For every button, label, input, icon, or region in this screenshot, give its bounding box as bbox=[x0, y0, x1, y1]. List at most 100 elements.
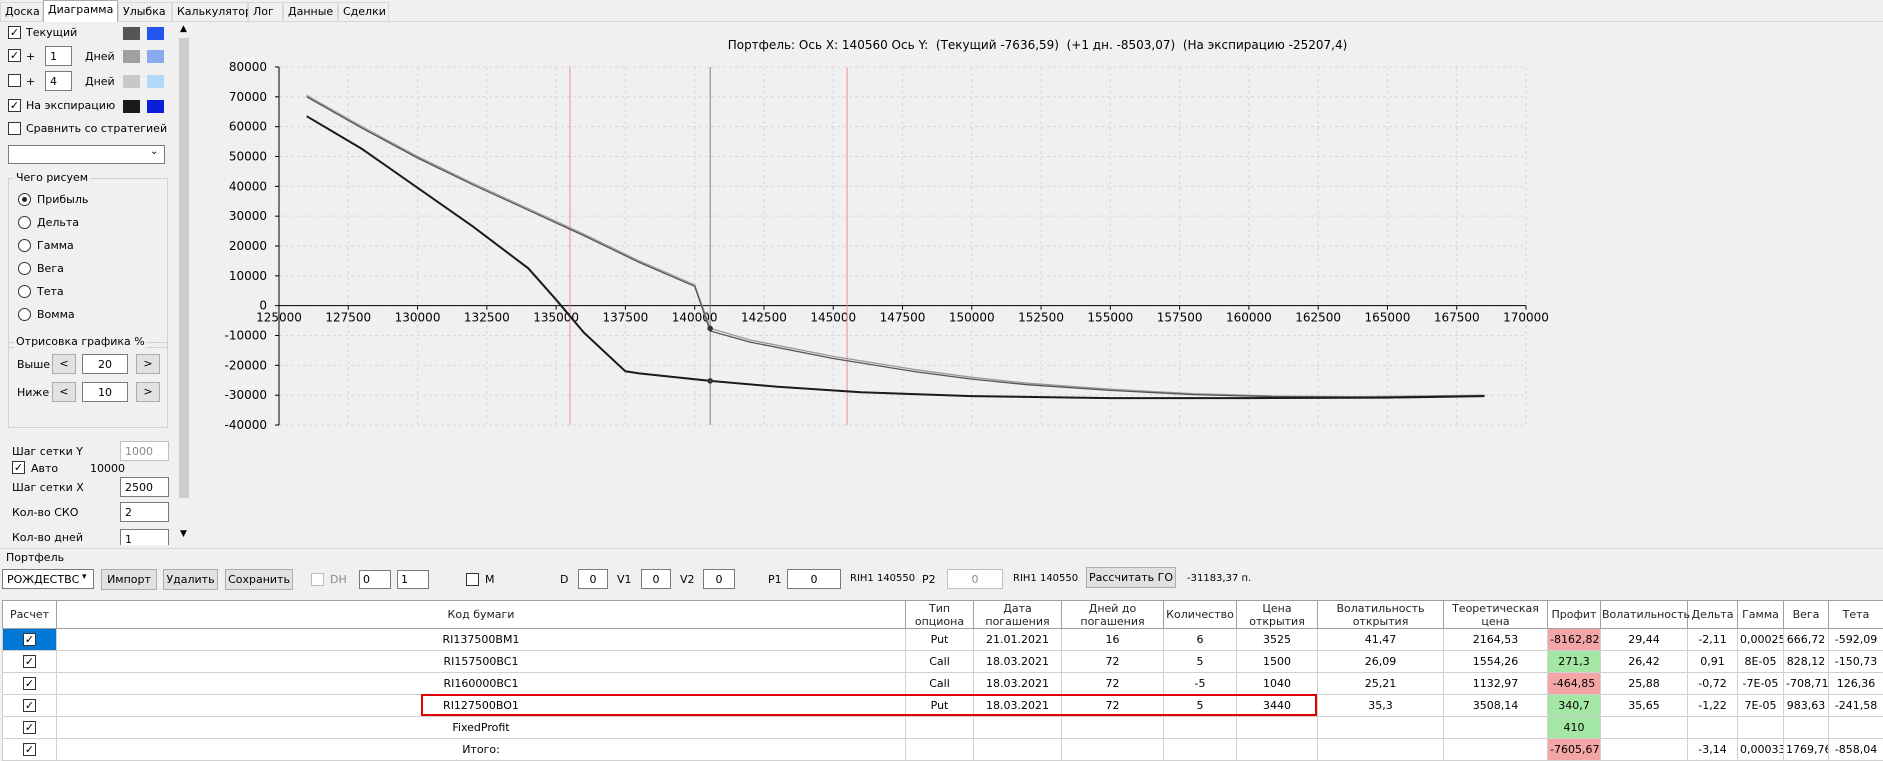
table-row[interactable]: ✓ FixedProfit 410 bbox=[2, 716, 1883, 739]
table-cell[interactable]: -8162,82 bbox=[1547, 628, 1601, 651]
sko-input[interactable]: 2 bbox=[120, 502, 169, 522]
expiry-light-swatch[interactable] bbox=[147, 100, 164, 113]
table-cell[interactable]: 983,63 bbox=[1783, 694, 1829, 717]
table-cell[interactable]: 1554,26 bbox=[1443, 650, 1548, 673]
table-cell[interactable] bbox=[973, 716, 1062, 739]
table-cell[interactable]: -858,04 bbox=[1828, 738, 1883, 761]
column-header[interactable]: Гамма bbox=[1737, 600, 1784, 629]
table-cell[interactable]: FixedProfit bbox=[56, 716, 906, 739]
table-cell[interactable]: 8E-05 bbox=[1737, 650, 1784, 673]
tab-data[interactable]: Данные bbox=[283, 2, 338, 21]
column-header[interactable]: Тип опциона bbox=[905, 600, 974, 629]
d-input[interactable]: 0 bbox=[578, 569, 608, 589]
table-cell[interactable]: 0,91 bbox=[1687, 650, 1738, 673]
p2-input[interactable]: 0 bbox=[947, 569, 1003, 589]
portfolio-select[interactable]: РОЖДЕСТВС bbox=[2, 569, 94, 589]
table-cell[interactable]: RI157500BC1 bbox=[56, 650, 906, 673]
v2-input[interactable]: 0 bbox=[703, 569, 735, 589]
table-cell[interactable]: 35,3 bbox=[1317, 694, 1444, 717]
table-cell[interactable]: 25,88 bbox=[1600, 672, 1688, 695]
column-header[interactable]: Дата погашения bbox=[973, 600, 1062, 629]
table-cell[interactable] bbox=[1600, 716, 1688, 739]
table-cell[interactable]: 16 bbox=[1061, 628, 1164, 651]
grid-y-input[interactable]: 1000 bbox=[120, 441, 169, 461]
calc-checkbox-cell[interactable]: ✓ bbox=[2, 716, 57, 739]
table-cell[interactable]: 1132,97 bbox=[1443, 672, 1548, 695]
table-cell[interactable]: 72 bbox=[1061, 650, 1164, 673]
column-header[interactable]: Цена открытия bbox=[1236, 600, 1318, 629]
table-cell[interactable] bbox=[1828, 716, 1883, 739]
table-cell[interactable] bbox=[1443, 738, 1548, 761]
table-cell[interactable]: Call bbox=[905, 672, 974, 695]
table-cell[interactable]: 6 bbox=[1163, 628, 1237, 651]
calc-checkbox-cell[interactable]: ✓ bbox=[2, 694, 57, 717]
above-decrease-button[interactable]: < bbox=[52, 354, 76, 374]
table-cell[interactable]: 72 bbox=[1061, 672, 1164, 695]
radio-theta[interactable] bbox=[18, 285, 31, 298]
table-cell[interactable]: 18.03.2021 bbox=[973, 672, 1062, 695]
table-cell[interactable]: 3508,14 bbox=[1443, 694, 1548, 717]
calc-checkbox[interactable]: ✓ bbox=[23, 743, 36, 757]
tab-board[interactable]: Доска bbox=[0, 2, 43, 21]
table-cell[interactable]: 3525 bbox=[1236, 628, 1318, 651]
calc-checkbox[interactable]: ✓ bbox=[23, 633, 36, 647]
table-cell[interactable]: 26,42 bbox=[1600, 650, 1688, 673]
table-cell[interactable] bbox=[1163, 716, 1237, 739]
calc-checkbox[interactable]: ✓ bbox=[23, 699, 36, 713]
table-cell[interactable]: 410 bbox=[1547, 716, 1601, 739]
days1-light-swatch[interactable] bbox=[147, 50, 164, 63]
calc-checkbox-cell[interactable]: ✓ bbox=[2, 738, 57, 761]
expiry-checkbox[interactable]: ✓ bbox=[8, 99, 21, 112]
below-increase-button[interactable]: > bbox=[136, 382, 160, 402]
tab-log[interactable]: Лог bbox=[248, 2, 283, 21]
table-cell[interactable]: 26,09 bbox=[1317, 650, 1444, 673]
table-row[interactable]: ✓ RI137500BM1 Put 21.01.2021 16 6 3525 41,47 216… bbox=[2, 628, 1883, 651]
table-cell[interactable]: -5 bbox=[1163, 672, 1237, 695]
table-cell[interactable] bbox=[1061, 738, 1164, 761]
calc-checkbox[interactable]: ✓ bbox=[23, 677, 36, 691]
current-checkbox[interactable]: ✓ bbox=[8, 26, 21, 39]
days1-input[interactable]: 1 bbox=[45, 46, 72, 66]
table-cell[interactable]: Call bbox=[905, 650, 974, 673]
m-checkbox[interactable] bbox=[466, 573, 479, 586]
days1-dark-swatch[interactable] bbox=[123, 50, 140, 63]
table-cell[interactable]: 29,44 bbox=[1600, 628, 1688, 651]
dh-a-spinner[interactable]: 0 bbox=[359, 570, 391, 589]
column-header[interactable]: Дней до погашения bbox=[1061, 600, 1164, 629]
table-cell[interactable] bbox=[1163, 738, 1237, 761]
grid-x-input[interactable]: 2500 bbox=[120, 477, 169, 497]
table-cell[interactable] bbox=[1687, 716, 1738, 739]
tab-smile[interactable]: Улыбка bbox=[118, 2, 172, 21]
dh-checkbox[interactable] bbox=[311, 573, 324, 586]
v1-input[interactable]: 0 bbox=[641, 569, 671, 589]
scroll-up-icon[interactable]: ▲ bbox=[180, 24, 187, 34]
table-cell[interactable]: 2164,53 bbox=[1443, 628, 1548, 651]
table-cell[interactable]: Итого: bbox=[56, 738, 906, 761]
table-cell[interactable] bbox=[1443, 716, 1548, 739]
column-header[interactable]: Волатильность открытия bbox=[1317, 600, 1444, 629]
table-cell[interactable]: 21.01.2021 bbox=[973, 628, 1062, 651]
days-cut-input[interactable]: 1 bbox=[120, 529, 169, 545]
column-header[interactable]: Тета bbox=[1828, 600, 1883, 629]
table-cell[interactable] bbox=[973, 738, 1062, 761]
column-header[interactable]: Расчет bbox=[2, 600, 57, 629]
calc-go-button[interactable]: Рассчитать ГО bbox=[1086, 567, 1176, 588]
table-cell[interactable]: 666,72 bbox=[1783, 628, 1829, 651]
table-cell[interactable]: -3,14 bbox=[1687, 738, 1738, 761]
p1-input[interactable]: 0 bbox=[787, 569, 841, 589]
table-cell[interactable]: -2,11 bbox=[1687, 628, 1738, 651]
table-row[interactable]: ✓ RI160000BC1 Call 18.03.2021 72 -5 1040 25,21 1… bbox=[2, 672, 1883, 695]
table-cell[interactable]: -0,72 bbox=[1687, 672, 1738, 695]
table-cell[interactable] bbox=[1317, 716, 1444, 739]
table-row[interactable]: ✓ Итого: -7605,67 -3,140,0003321769,76-858,… bbox=[2, 738, 1883, 761]
radio-delta[interactable] bbox=[18, 216, 31, 229]
table-cell[interactable]: 25,21 bbox=[1317, 672, 1444, 695]
dh-b-spinner[interactable]: 1 bbox=[397, 570, 429, 589]
days2-checkbox[interactable] bbox=[8, 74, 21, 87]
calc-checkbox-cell[interactable]: ✓ bbox=[2, 650, 57, 673]
below-decrease-button[interactable]: < bbox=[52, 382, 76, 402]
table-cell[interactable]: -150,73 bbox=[1828, 650, 1883, 673]
radio-gamma[interactable] bbox=[18, 239, 31, 252]
table-cell[interactable]: 35,65 bbox=[1600, 694, 1688, 717]
table-cell[interactable]: -592,09 bbox=[1828, 628, 1883, 651]
